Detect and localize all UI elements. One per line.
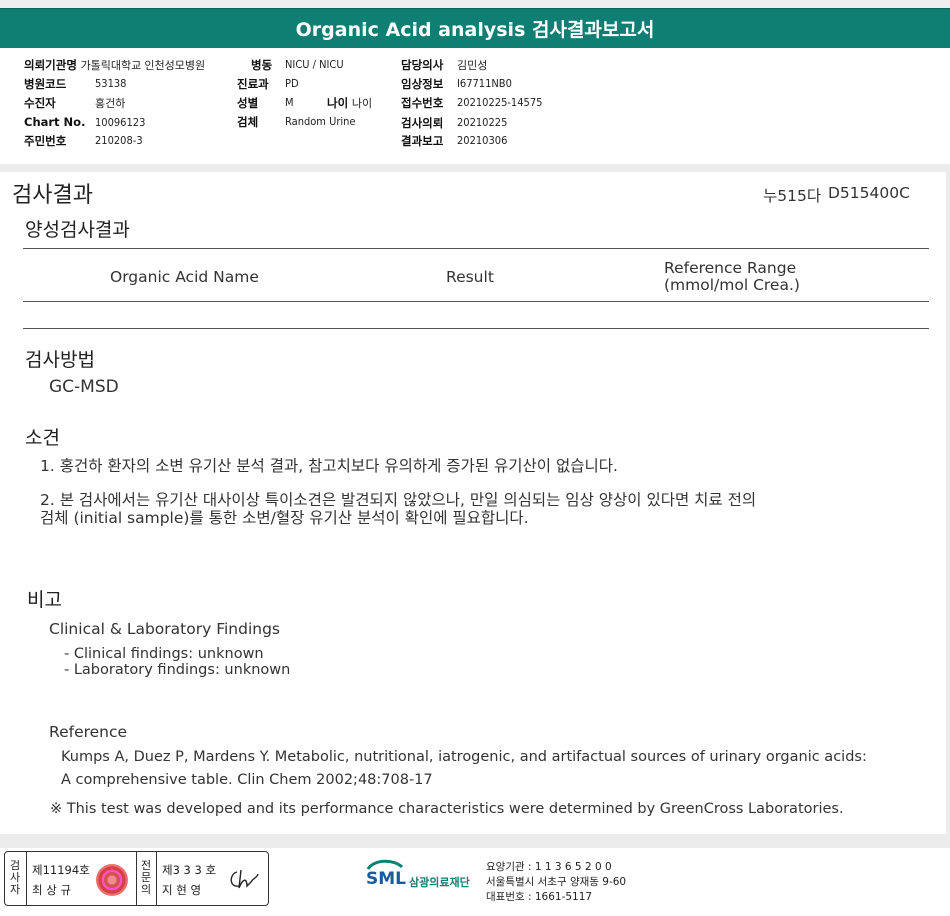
- disclaimer-note: ※ This test was developed and its perfor…: [50, 801, 844, 817]
- col-reference-range: Reference Range: [664, 259, 797, 277]
- address: 서울특별시 서초구 양재동 9-60: [486, 876, 627, 888]
- right-margin: [946, 164, 950, 834]
- report-title: Organic Acid analysis 검사결과보고서: [295, 19, 655, 41]
- info-patient: 수진자: [24, 96, 56, 110]
- opinion-item-1: 1. 홍건하 환자의 소변 유기산 분석 결과, 참고치보다 유의하게 증가된 …: [40, 457, 618, 475]
- inspector-name: 최 상 규: [32, 883, 72, 897]
- col-reference-unit: (mmol/mol Crea.): [664, 276, 800, 294]
- info-chart-no: Chart No.: [24, 115, 86, 129]
- logo-text: SML: [366, 869, 406, 889]
- opinion-title: 소견: [25, 427, 60, 449]
- specialist-no: 제3 3 3 호: [162, 863, 217, 877]
- logo-name: 삼광의료재단: [409, 876, 470, 889]
- divider: [0, 164, 950, 172]
- info-institution: 의뢰기관명 가톨릭대학교 인천성모병원: [24, 58, 206, 72]
- inspector-label: 검사자: [9, 859, 21, 896]
- reference-line-2: A comprehensive table. Clin Chem 2002;48…: [61, 772, 433, 788]
- signature-icon: [230, 869, 259, 889]
- positive-result-title: 양성검사결과: [25, 219, 130, 241]
- report-title-bar: Organic Acid analysis 검사결과보고서: [0, 8, 950, 48]
- info-resident-no: 주민번호: [24, 134, 67, 148]
- patient-info: 의뢰기관명 가톨릭대학교 인천성모병원 병원코드 53138 수진자 홍건하 C…: [0, 48, 950, 165]
- info-sex: 성별: [237, 96, 259, 110]
- result-code-2: D515400C: [828, 184, 910, 202]
- reference-line-1: Kumps A, Duez P, Mardens Y. Metabolic, n…: [61, 749, 867, 765]
- col-organic-acid-name: Organic Acid Name: [110, 268, 259, 286]
- info-specimen: 검체: [237, 115, 259, 129]
- info-hospital-code: 병원코드: [24, 77, 67, 91]
- specialist-label: 전문의: [140, 859, 152, 896]
- seal-stamp-icon: [96, 864, 128, 896]
- result-code-1: 누515다: [763, 187, 822, 205]
- specialist-name: 지 현 영: [162, 883, 202, 897]
- result-title: 검사결과: [12, 183, 93, 208]
- laboratory-findings: - Laboratory findings: unknown: [64, 662, 291, 678]
- table-top-rule: [23, 248, 929, 249]
- phone: 대표번호 : 1661-5117: [486, 891, 593, 903]
- opinion-item-2-cont: 검체 (initial sample)를 통한 소변/혈장 유기산 분석이 확인…: [40, 509, 529, 527]
- remarks-title: 비고: [27, 589, 62, 611]
- method-value: GC-MSD: [49, 377, 119, 397]
- top-margin: [0, 0, 950, 8]
- info-receipt-no: 접수번호: [401, 96, 444, 110]
- method-title: 검사방법: [25, 349, 95, 371]
- info-clinical: 임상정보: [401, 77, 444, 91]
- info-department: 진료과: [237, 77, 269, 91]
- signature-box: 검사자 제11194호 최 상 규 전문의 제3 3 3 호 지 현 영: [4, 851, 269, 906]
- info-ward: 병동: [251, 58, 273, 72]
- footer-divider: [0, 834, 950, 848]
- institution-code: 요양기관 : 1 1 3 6 5 2 0 0: [486, 861, 612, 873]
- info-report-date: 결과보고: [401, 134, 444, 148]
- info-request-date: 검사의뢰: [401, 116, 444, 130]
- table-bottom-rule: [23, 328, 929, 329]
- inspector-no: 제11194호: [32, 863, 90, 877]
- table-header-rule: [23, 301, 929, 302]
- findings-title: Clinical & Laboratory Findings: [49, 620, 280, 638]
- col-result: Result: [446, 268, 494, 286]
- info-doctor: 담당의사: [401, 58, 444, 72]
- reference-title: Reference: [49, 723, 128, 741]
- clinical-findings: - Clinical findings: unknown: [64, 646, 264, 662]
- info-age: 나이 나이: [327, 96, 373, 110]
